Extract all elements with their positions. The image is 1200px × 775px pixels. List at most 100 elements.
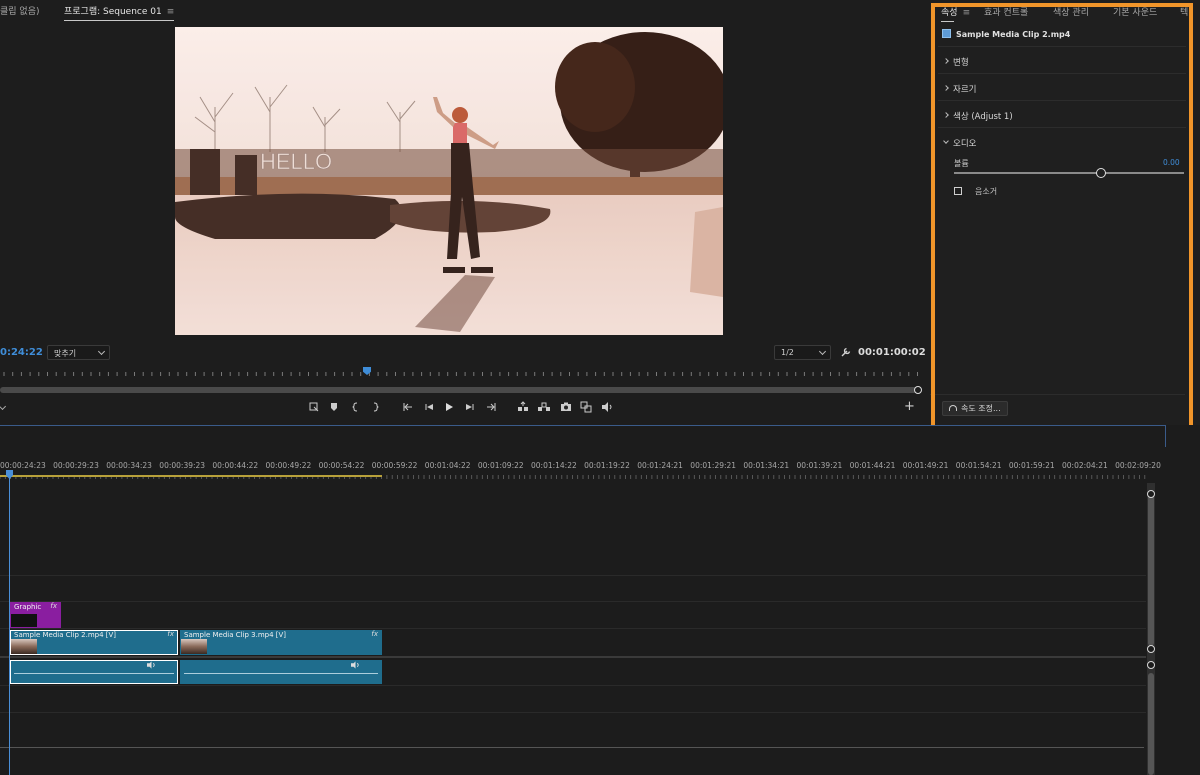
audio-clip-1[interactable] <box>10 660 178 684</box>
ruler-timecode-label: 00:00:49:22 <box>265 461 312 470</box>
comparison-icon[interactable] <box>580 401 592 413</box>
properties-tabbar: 속성 ≡ 효과 컨트롤 색상 관리 기본 사운드 텍 <box>930 0 1200 22</box>
fx-badge-icon[interactable]: fx <box>167 630 174 638</box>
resolution-value: 1/2 <box>781 348 794 357</box>
chevron-down-icon <box>943 138 949 144</box>
audio-clip-2[interactable] <box>180 660 382 684</box>
source-monitor-tab[interactable]: 클립 없음) <box>0 4 40 17</box>
zoom-fit-value: 맞추기 <box>54 349 77 358</box>
current-timecode[interactable]: 0:24:22 <box>0 347 43 358</box>
program-monitor-tab[interactable]: 프로그램: Sequence 01 ≡ <box>64 4 175 21</box>
audio-icon[interactable] <box>601 401 613 413</box>
tab-properties[interactable]: 속성 ≡ <box>941 5 971 22</box>
volume-icon <box>351 661 359 669</box>
play-icon[interactable] <box>443 401 455 413</box>
video-clip-2[interactable]: Sample Media Clip 3.mp4 [V] fx <box>180 630 382 655</box>
section-color[interactable]: 색상 (Adjust 1) <box>942 110 1186 124</box>
out-point-icon[interactable] <box>369 401 381 413</box>
go-to-in-icon[interactable] <box>402 401 414 413</box>
in-point-icon[interactable] <box>350 401 362 413</box>
step-back-icon[interactable] <box>423 401 435 413</box>
panel-menu-icon[interactable]: ≡ <box>963 8 971 18</box>
section-transform[interactable]: 변형 <box>942 56 1186 70</box>
ruler-timecode-label: 00:01:14:22 <box>531 461 577 470</box>
tab-essential-sound[interactable]: 기본 사운드 <box>1113 5 1157 18</box>
ruler-timecode-label: 00:00:29:23 <box>53 461 99 470</box>
volume-slider-handle[interactable] <box>1096 168 1107 178</box>
tab-color-management[interactable]: 색상 관리 <box>1053 5 1089 18</box>
monitor-time-ruler[interactable] <box>0 367 920 379</box>
zoom-fit-dropdown[interactable]: 맞추기 <box>47 345 110 360</box>
scroll-handle-bottom[interactable] <box>1147 645 1155 653</box>
monitor-scrub-bar[interactable] <box>0 387 918 393</box>
scrub-bar-end-handle[interactable] <box>914 386 922 394</box>
duration-timecode: 00:01:00:02 <box>858 347 926 358</box>
audio-waveform <box>184 673 378 674</box>
ruler-timecode-label: 00:01:54:21 <box>955 461 1002 470</box>
ruler-timecode-label: 00:01:59:21 <box>1008 461 1055 470</box>
audio-scroll-handle-top[interactable] <box>1147 661 1155 669</box>
section-audio[interactable]: 오디오 <box>942 137 1186 151</box>
playback-resolution-dropdown[interactable]: 1/2 <box>774 345 831 360</box>
ruler-timecode-label: 00:02:09:20 <box>1115 461 1161 470</box>
volume-slider[interactable] <box>954 172 1184 174</box>
fx-badge-icon[interactable]: fx <box>371 630 378 638</box>
mute-checkbox[interactable] <box>954 187 962 195</box>
wrench-settings-icon[interactable] <box>841 347 851 357</box>
extract-icon[interactable] <box>538 401 550 413</box>
clip-name: Graphic <box>14 603 42 611</box>
ruler-timecode-label: 00:00:54:22 <box>318 461 365 470</box>
export-frame-icon[interactable] <box>560 401 572 413</box>
video-tracks-scroll-thumb[interactable] <box>1148 491 1154 646</box>
go-to-out-icon[interactable] <box>485 401 497 413</box>
speed-adjust-button[interactable]: 속도 조정... <box>942 401 1008 416</box>
add-marker-icon[interactable] <box>328 401 340 413</box>
clip-media-icon <box>942 29 951 38</box>
ruler-timecode-label: 00:00:34:23 <box>106 461 152 470</box>
lift-icon[interactable] <box>517 401 529 413</box>
panel-menu-icon[interactable]: ≡ <box>167 7 175 17</box>
chevron-down-icon <box>818 347 827 356</box>
ruler-timecode-label: 00:01:29:21 <box>690 461 737 470</box>
volume-value[interactable]: 0.00 <box>1163 158 1180 167</box>
work-area-bar[interactable] <box>0 475 382 477</box>
speedometer-icon <box>949 405 957 411</box>
button-editor-plus-button[interactable]: + <box>904 399 915 414</box>
ruler-timecode-label: 00:00:44:22 <box>212 461 259 470</box>
ruler-timecode-label: 00:01:39:21 <box>796 461 843 470</box>
properties-panel: 속성 ≡ 효과 컨트롤 색상 관리 기본 사운드 텍 Sample Media C… <box>930 0 1200 425</box>
clip-thumbnail <box>11 614 37 627</box>
tab-text[interactable]: 텍 <box>1180 5 1188 18</box>
program-video-frame: HELLO <box>175 27 723 335</box>
video-audio-divider[interactable] <box>0 656 1146 658</box>
audio-tracks-scroll-thumb[interactable] <box>1148 673 1154 775</box>
selected-clip-header: Sample Media Clip 2.mp4 <box>942 29 1070 41</box>
chevron-down-icon <box>97 347 106 356</box>
chevron-right-icon <box>943 112 949 118</box>
audio-waveform <box>14 673 174 674</box>
ruler-timecode-label: 00:01:24:21 <box>637 461 683 470</box>
scroll-handle-top[interactable] <box>1147 490 1155 498</box>
clip-name: Sample Media Clip 3.mp4 [V] <box>184 631 287 639</box>
ruler-timecode-label: 00:00:39:23 <box>159 461 206 470</box>
video-clip-1[interactable]: Sample Media Clip 2.mp4 [V] fx <box>10 630 178 655</box>
section-crop[interactable]: 자르기 <box>942 83 1186 97</box>
clip-thumbnail <box>11 639 37 654</box>
ruler-timecode-label: 00:01:04:22 <box>424 461 471 470</box>
marker-icon[interactable] <box>308 401 320 413</box>
graphic-clip[interactable]: Graphic fx <box>10 602 61 628</box>
ruler-timecode-label: 00:01:19:22 <box>584 461 630 470</box>
tab-effect-controls[interactable]: 효과 컨트롤 <box>984 5 1028 18</box>
monitor-tabbar: 클립 없음) 프로그램: Sequence 01 ≡ <box>0 0 930 21</box>
chevron-right-icon <box>943 58 949 64</box>
fx-badge-icon[interactable]: fx <box>50 602 57 610</box>
ruler-timecode-label: 00:00:24:23 <box>0 461 46 470</box>
chevron-right-icon <box>943 85 949 91</box>
volume-icon <box>147 661 155 669</box>
ruler-timecode-label: 00:01:09:22 <box>477 461 524 470</box>
transport-controls <box>0 399 930 415</box>
ruler-timecode-label: 00:02:04:21 <box>1062 461 1108 470</box>
step-forward-icon[interactable] <box>464 401 476 413</box>
volume-label: 볼륨 <box>954 159 969 168</box>
clip-name: Sample Media Clip 2.mp4 [V] <box>14 631 117 639</box>
